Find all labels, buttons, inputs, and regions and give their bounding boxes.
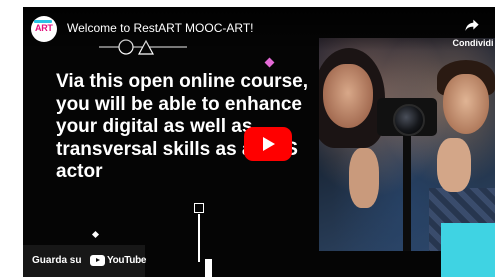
video-title[interactable]: Welcome to RestART MOOC-ART! [67,21,254,35]
play-icon [263,137,275,151]
decorative-cyan-block [441,223,495,277]
channel-avatar[interactable]: ART [31,16,57,42]
decorative-white-bar [205,259,212,277]
tripod [403,136,411,251]
youtube-logo-icon [90,255,105,266]
share-button[interactable]: Condividi [451,15,495,51]
decorative-pink-diamond [264,57,275,68]
decorative-white-square [194,203,204,213]
youtube-logo-play-icon [95,258,100,262]
watch-on-label: Guarda su [32,255,82,266]
camera-lens [393,104,425,136]
decorative-white-line [198,214,200,262]
youtube-wordmark: YouTube [107,255,147,266]
player-top-bar: ART Welcome to RestART MOOC-ART! Condivi… [23,7,495,51]
person-right-face [443,74,489,134]
person-right-hand [437,138,471,192]
person-left-face [323,64,373,128]
play-button[interactable] [244,127,292,161]
youtube-embed-player[interactable]: ART Welcome to RestART MOOC-ART! Condivi… [23,7,495,277]
watch-on-youtube-button[interactable]: Guarda su YouTube [23,245,147,277]
avatar-logo-text: ART [35,23,53,33]
share-label: Condividi [452,38,494,48]
decorative-white-diamond [91,230,100,239]
page: ART Welcome to RestART MOOC-ART! Condivi… [0,0,495,277]
share-arrow-icon [465,19,479,31]
person-left-hand [349,148,379,208]
thumbnail-photo [319,38,495,251]
